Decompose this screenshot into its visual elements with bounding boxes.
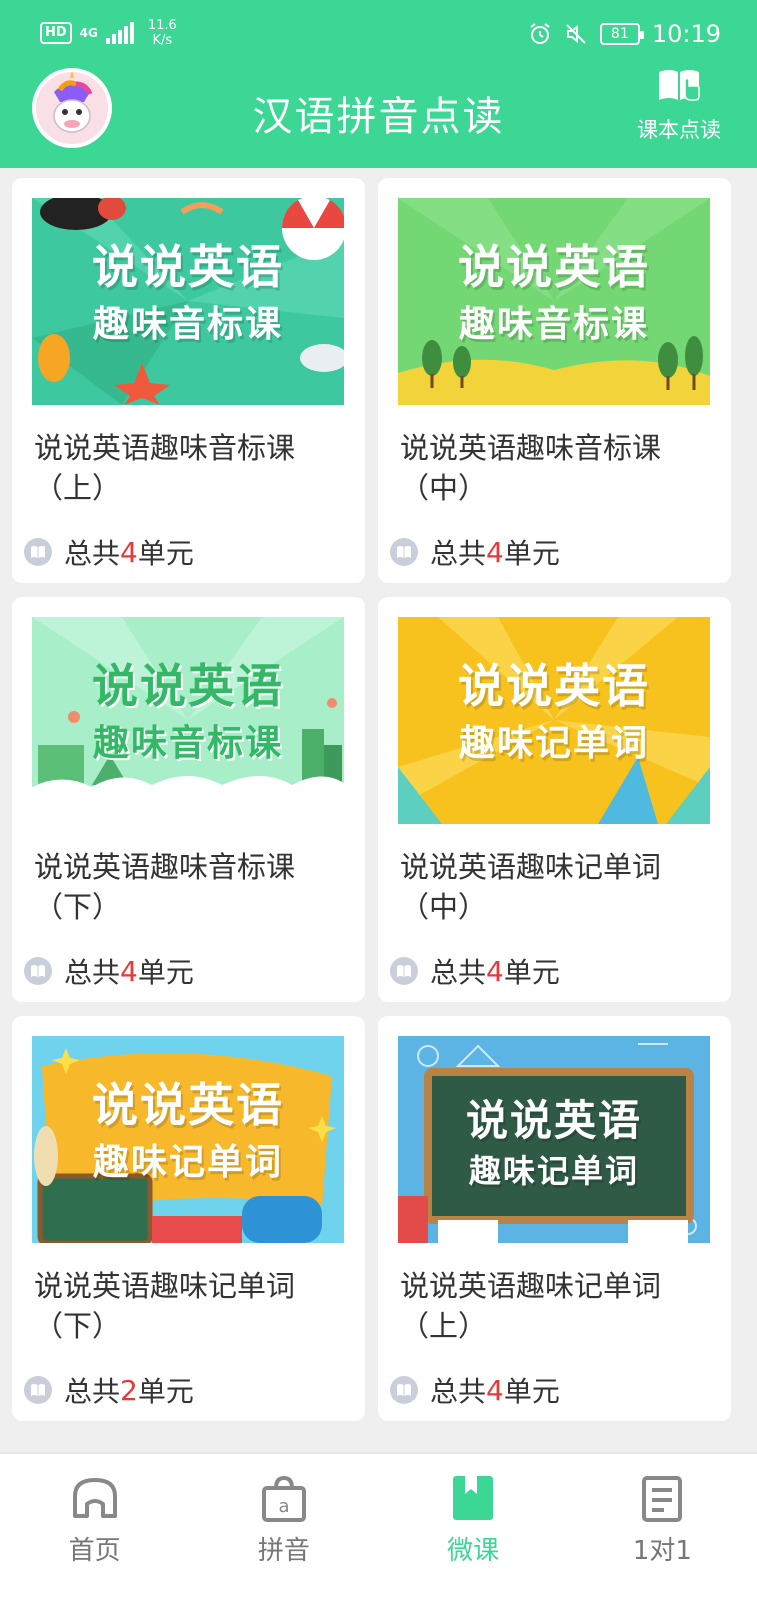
unit-count: 总共 2 单元 [24, 1370, 194, 1410]
course-title: 说说英语趣味记单词（下） [34, 1269, 296, 1343]
book-icon [24, 538, 52, 566]
course-card[interactable]: 说说英语 趣味记单词 说说英语趣味记单词（上） 总共 4 单元 [378, 1016, 731, 1421]
network-type: 4G [79, 25, 98, 40]
unit-count-number: 4 [120, 954, 138, 988]
book-hand-icon [659, 70, 700, 101]
tab-one-on-one[interactable]: 1对1 [568, 1454, 757, 1600]
unit-count: 总共 4 单元 [390, 1370, 560, 1410]
school-supplies-illustration [34, 1048, 336, 1243]
unit-count-number: 4 [486, 1373, 504, 1407]
tab-pinyin-label: 拼音 [257, 1536, 310, 1566]
alarm-icon [530, 23, 550, 44]
home-icon [72, 1478, 117, 1518]
thumbnail-title: 说说英语 [92, 659, 284, 713]
course-title: 说说英语趣味音标课（上） [34, 431, 296, 505]
bottom-tab-bar: 首页 a 拼音 微课 1对1 [0, 1452, 757, 1600]
battery-indicator: 81 [599, 23, 644, 45]
network-speed: 11.6 K/s [147, 18, 177, 48]
course-thumbnail: 说说英语 趣味记单词 [398, 1036, 710, 1243]
textbook-reading-button[interactable]: 课本点读 [629, 66, 729, 144]
tab-micro-lesson-label: 微课 [447, 1536, 500, 1566]
thumbnail-subtitle: 趣味记单词 [458, 723, 649, 764]
tab-micro-lesson[interactable]: 微课 [379, 1454, 568, 1600]
meadow-illustration [398, 198, 710, 405]
course-thumbnail: 说说英语 趣味记单词 [398, 617, 710, 824]
beach-illustration [32, 198, 344, 405]
unit-count: 总共 4 单元 [24, 951, 194, 991]
pinyin-icon: a [261, 1475, 306, 1522]
course-card[interactable]: 说说英语 趣味音标课 说说英语趣味音标课（下） 总共 4 单元 [12, 597, 365, 1002]
thumbnail-subtitle: 趣味音标课 [92, 723, 283, 764]
hd-badge: HD [40, 22, 72, 44]
course-title: 说说英语趣味音标课（下） [34, 850, 296, 924]
thumbnail-subtitle: 趣味记单词 [92, 1142, 283, 1183]
thumbnail-title: 说说英语 [458, 240, 650, 294]
status-bar: HD 4G 11.6 K/s 81 10:19 [0, 12, 757, 52]
course-card[interactable]: 说说英语 趣味音标课 说说英语趣味音标课（上） 总共 4 单元 [12, 178, 365, 583]
rays-illustration [398, 617, 710, 824]
book-icon [390, 1376, 418, 1404]
course-title: 说说英语趣味音标课（中） [400, 431, 662, 505]
book-icon [390, 957, 418, 985]
course-card[interactable]: 说说英语 趣味音标课 说说英语趣味音标课（中） 总共 4 单元 [378, 178, 731, 583]
thumbnail-title: 说说英语 [92, 240, 284, 294]
one-on-one-icon [642, 1476, 683, 1522]
thumbnail-title: 说说英语 [458, 659, 650, 713]
tab-pinyin[interactable]: a 拼音 [189, 1454, 378, 1600]
tab-home[interactable]: 首页 [0, 1454, 189, 1600]
thumbnail-subtitle: 趣味音标课 [92, 304, 283, 345]
thumbnail-subtitle: 趣味记单词 [468, 1152, 639, 1190]
course-title: 说说英语趣味记单词（中） [400, 850, 662, 924]
unit-count: 总共 4 单元 [390, 532, 560, 572]
book-icon [390, 538, 418, 566]
unit-count: 总共 4 单元 [24, 532, 194, 572]
svg-text:a: a [278, 1496, 289, 1517]
thumbnail-title: 说说英语 [92, 1078, 284, 1132]
course-thumbnail: 说说英语 趣味音标课 [32, 198, 344, 405]
clock: 10:19 [651, 20, 721, 48]
book-icon [24, 957, 52, 985]
city-illustration [32, 617, 344, 824]
unit-count: 总共 4 单元 [390, 951, 560, 991]
textbook-reading-label: 课本点读 [637, 118, 721, 142]
app-header: HD 4G 11.6 K/s 81 10:19 汉语拼音点读 课本点读 [0, 0, 757, 168]
course-grid: 说说英语 趣味音标课 说说英语趣味音标课（上） 总共 4 单元 说说英语 趣味音标课… [12, 178, 731, 1421]
course-thumbnail: 说说英语 趣味音标课 [32, 617, 344, 824]
course-card[interactable]: 说说英语 趣味记单词 说说英语趣味记单词（中） 总共 4 单元 [378, 597, 731, 1002]
course-title: 说说英语趣味记单词（上） [400, 1269, 662, 1343]
unit-count-number: 4 [120, 535, 138, 569]
tab-home-label: 首页 [68, 1536, 121, 1566]
thumbnail-title: 说说英语 [465, 1096, 642, 1145]
course-card[interactable]: 说说英语 趣味记单词 说说英语趣味记单词（下） 总共 2 单元 [12, 1016, 365, 1421]
course-thumbnail: 说说英语 趣味记单词 [32, 1036, 344, 1243]
thumbnail-subtitle: 趣味音标课 [458, 304, 649, 345]
course-thumbnail: 说说英语 趣味音标课 [398, 198, 710, 405]
micro-lesson-icon [453, 1476, 494, 1520]
unit-count-number: 4 [486, 535, 504, 569]
unit-count-number: 2 [120, 1373, 138, 1407]
mute-icon [566, 24, 586, 44]
book-icon [24, 1376, 52, 1404]
signal-icon [105, 22, 134, 44]
tab-one-on-one-label: 1对1 [632, 1536, 692, 1566]
unit-count-number: 4 [486, 954, 504, 988]
